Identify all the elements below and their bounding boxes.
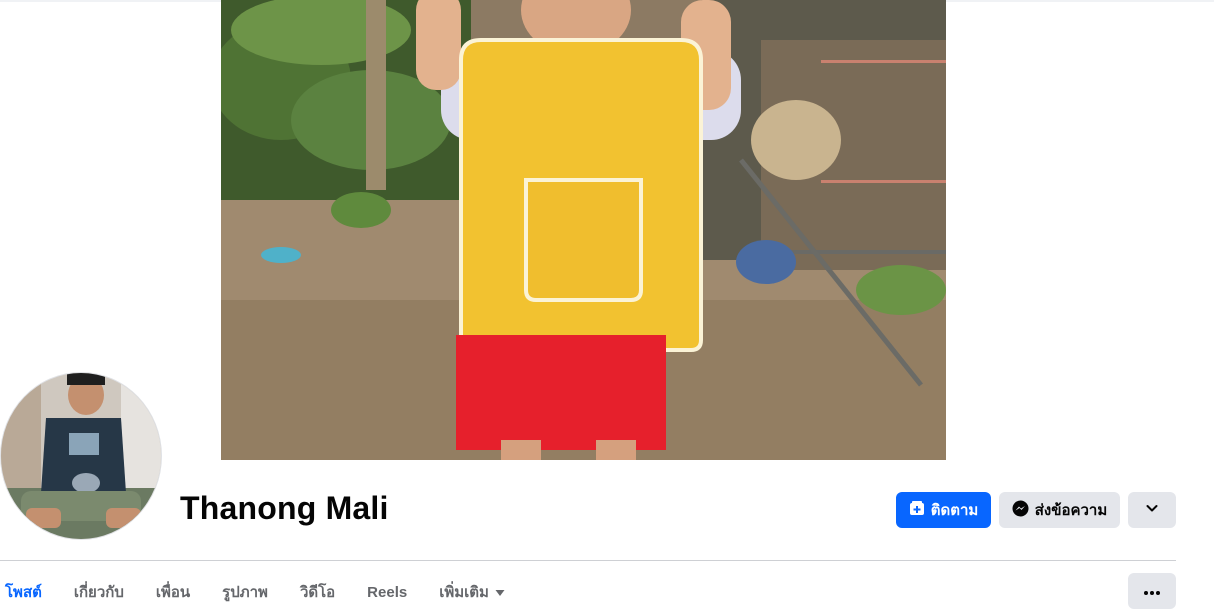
tab-label: เพิ่มเติม (439, 584, 489, 601)
tab-reels[interactable]: Reels (351, 572, 423, 612)
tab-videos[interactable]: วิดีโอ (284, 572, 351, 612)
header-divider (0, 560, 1176, 561)
ellipsis-icon (1144, 582, 1160, 600)
profile-options-dropdown-button[interactable] (1128, 492, 1176, 528)
cover-photo-image (221, 0, 946, 460)
tab-about[interactable]: เกี่ยวกับ (58, 572, 140, 612)
tab-label: โพสต์ (5, 584, 42, 601)
avatar-image (1, 373, 161, 539)
chevron-down-icon (1145, 501, 1159, 519)
tab-posts[interactable]: โพสต์ (0, 572, 58, 612)
follow-label: ติดตาม (930, 502, 979, 519)
tab-label: วิดีโอ (299, 584, 336, 601)
message-label: ส่งข้อความ (1034, 502, 1108, 519)
tab-label: Reels (367, 583, 408, 601)
follow-add-icon (909, 500, 925, 520)
message-button[interactable]: ส่งข้อความ (999, 492, 1120, 528)
profile-avatar[interactable] (0, 372, 162, 540)
caret-down-icon (495, 584, 505, 601)
profile-tabs: โพสต์ เกี่ยวกับ เพื่อน รูปภาพ วิดีโอ Ree… (0, 572, 521, 612)
tab-label: เกี่ยวกับ (73, 584, 124, 601)
tab-more[interactable]: เพิ่มเติม (423, 572, 521, 612)
tab-friends[interactable]: เพื่อน (140, 572, 206, 612)
follow-button[interactable]: ติดตาม (896, 492, 991, 528)
cover-photo[interactable] (221, 0, 946, 460)
profile-name: Thanong Mali (180, 490, 389, 526)
tabs-more-options-button[interactable] (1128, 573, 1176, 609)
tab-label: เพื่อน (155, 584, 191, 601)
messenger-icon (1012, 500, 1029, 521)
tab-photos[interactable]: รูปภาพ (206, 572, 284, 612)
tab-label: รูปภาพ (222, 584, 268, 601)
